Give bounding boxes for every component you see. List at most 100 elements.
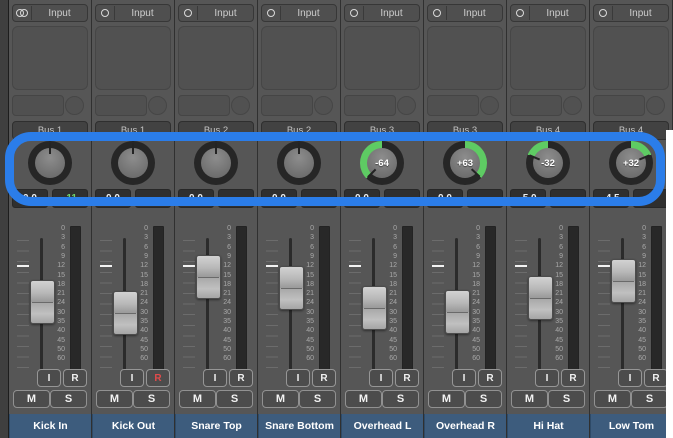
peak-display[interactable] — [301, 189, 337, 208]
input-button[interactable]: Input — [593, 4, 669, 22]
pan-knob[interactable]: +32 — [609, 141, 653, 185]
record-enable-button[interactable]: R — [312, 369, 336, 387]
audio-fx-slot-area[interactable] — [427, 26, 503, 90]
input-monitor-button[interactable]: I — [203, 369, 227, 387]
send-level-knob[interactable] — [480, 96, 499, 115]
mute-button[interactable]: M — [594, 390, 631, 408]
solo-button[interactable]: S — [631, 390, 668, 408]
peak-display[interactable] — [135, 189, 171, 208]
input-monitor-button[interactable]: I — [120, 369, 144, 387]
volume-display[interactable]: 0.0 — [427, 189, 463, 208]
solo-button[interactable]: S — [133, 390, 170, 408]
track-name[interactable]: Kick In — [9, 414, 91, 438]
record-enable-button[interactable]: R — [395, 369, 419, 387]
pan-knob[interactable] — [194, 141, 238, 185]
track-name[interactable]: Low Tom — [590, 414, 672, 438]
audio-fx-slot-area[interactable] — [12, 26, 88, 90]
volume-display[interactable]: 0.0 — [178, 189, 214, 208]
send-slot[interactable] — [12, 95, 64, 116]
level-meter — [485, 226, 496, 370]
mute-button[interactable]: M — [96, 390, 133, 408]
track-name[interactable]: Snare Bottom — [258, 414, 340, 438]
solo-button[interactable]: S — [216, 390, 253, 408]
input-monitor-button[interactable]: I — [369, 369, 393, 387]
mute-button[interactable]: M — [179, 390, 216, 408]
audio-fx-slot-area[interactable] — [95, 26, 171, 90]
track-name[interactable]: Kick Out — [92, 414, 174, 438]
send-level-knob[interactable] — [646, 96, 665, 115]
pan-knob[interactable] — [277, 141, 321, 185]
send-slot[interactable] — [344, 95, 396, 116]
audio-fx-slot-area[interactable] — [178, 26, 254, 90]
audio-fx-slot-area[interactable] — [510, 26, 586, 90]
input-button[interactable]: Input — [261, 4, 337, 22]
meter-scale-label: 24 — [211, 299, 231, 306]
send-level-knob[interactable] — [148, 96, 167, 115]
input-button[interactable]: Input — [12, 4, 88, 22]
peak-display[interactable]: -11 — [52, 189, 88, 208]
send-level-knob[interactable] — [65, 96, 84, 115]
meter-scale-label: 30 — [294, 309, 314, 316]
solo-button[interactable]: S — [548, 390, 585, 408]
input-button[interactable]: Input — [95, 4, 171, 22]
pan-knob[interactable]: +63 — [443, 141, 487, 185]
volume-display[interactable]: 0.0 — [95, 189, 131, 208]
input-monitor-button[interactable]: I — [618, 369, 642, 387]
send-level-knob[interactable] — [314, 96, 333, 115]
volume-display[interactable]: 0.0 — [344, 189, 380, 208]
solo-button[interactable]: S — [50, 390, 87, 408]
input-button[interactable]: Input — [510, 4, 586, 22]
input-button[interactable]: Input — [427, 4, 503, 22]
volume-display[interactable]: -5.0 — [510, 189, 546, 208]
record-enable-button[interactable]: R — [63, 369, 87, 387]
input-monitor-button[interactable]: I — [286, 369, 310, 387]
track-name[interactable]: Overhead R — [424, 414, 506, 438]
track-name[interactable]: Snare Top — [175, 414, 257, 438]
audio-fx-slot-area[interactable] — [593, 26, 669, 90]
solo-button[interactable]: S — [465, 390, 502, 408]
record-enable-button[interactable]: R — [229, 369, 253, 387]
input-monitor-button[interactable]: I — [452, 369, 476, 387]
mute-button[interactable]: M — [345, 390, 382, 408]
send-slot[interactable] — [593, 95, 645, 116]
send-slot[interactable] — [95, 95, 147, 116]
input-monitor-button[interactable]: I — [37, 369, 61, 387]
mute-solo-row: M S — [594, 390, 668, 408]
volume-display[interactable]: -4.5 — [593, 189, 629, 208]
record-enable-button[interactable]: R — [561, 369, 585, 387]
input-button[interactable]: Input — [178, 4, 254, 22]
volume-display[interactable]: 0.0 — [261, 189, 297, 208]
peak-display[interactable] — [550, 189, 586, 208]
peak-display[interactable] — [633, 189, 669, 208]
record-enable-button[interactable]: R — [644, 369, 668, 387]
mute-button[interactable]: M — [262, 390, 299, 408]
audio-fx-slot-area[interactable] — [261, 26, 337, 90]
mute-button[interactable]: M — [511, 390, 548, 408]
record-enable-button[interactable]: R — [146, 369, 170, 387]
send-slot[interactable] — [178, 95, 230, 116]
solo-button[interactable]: S — [299, 390, 336, 408]
pan-knob[interactable]: -64 — [360, 141, 404, 185]
input-button[interactable]: Input — [344, 4, 420, 22]
mute-button[interactable]: M — [13, 390, 50, 408]
record-enable-button[interactable]: R — [478, 369, 502, 387]
pan-knob[interactable]: -32 — [526, 141, 570, 185]
send-slot[interactable] — [427, 95, 479, 116]
pan-knob[interactable] — [111, 141, 155, 185]
track-name[interactable]: Hi Hat — [507, 414, 589, 438]
send-slot[interactable] — [510, 95, 562, 116]
mute-button[interactable]: M — [428, 390, 465, 408]
peak-display[interactable] — [218, 189, 254, 208]
send-level-knob[interactable] — [397, 96, 416, 115]
send-slot[interactable] — [261, 95, 313, 116]
send-level-knob[interactable] — [563, 96, 582, 115]
peak-display[interactable] — [384, 189, 420, 208]
solo-button[interactable]: S — [382, 390, 419, 408]
track-name[interactable]: Overhead L — [341, 414, 423, 438]
volume-display[interactable]: 0.0 — [12, 189, 48, 208]
audio-fx-slot-area[interactable] — [344, 26, 420, 90]
peak-display[interactable] — [467, 189, 503, 208]
send-level-knob[interactable] — [231, 96, 250, 115]
pan-knob[interactable] — [28, 141, 72, 185]
input-monitor-button[interactable]: I — [535, 369, 559, 387]
